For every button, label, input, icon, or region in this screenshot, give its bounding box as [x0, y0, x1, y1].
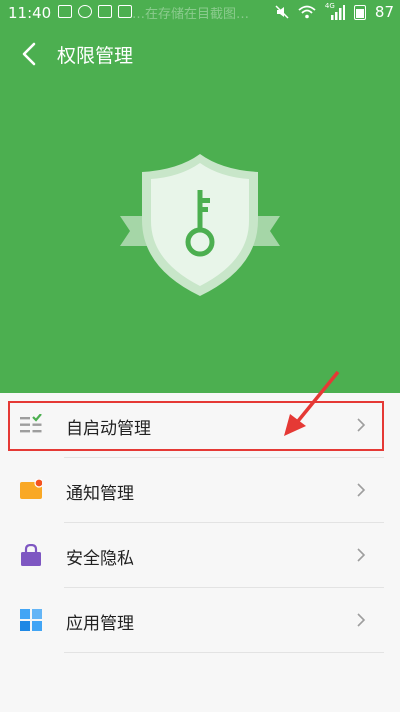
status-ghost-text: …在存储在目截图… — [132, 7, 250, 22]
message-icon — [58, 5, 72, 18]
notification-icons — [58, 5, 132, 18]
menu-item-label: 安全隐私 — [66, 549, 134, 569]
battery-icon — [353, 4, 366, 20]
menu-item-startup[interactable]: 自启动管理 — [0, 393, 400, 458]
lock-bag-icon — [21, 544, 41, 566]
shield-key-icon — [118, 150, 282, 300]
menu-item-label: 自启动管理 — [66, 419, 151, 439]
chevron-left-icon — [22, 42, 36, 66]
mute-icon — [275, 5, 289, 19]
hero-banner: 11:40 …在存储在目截图… 4G 87 权限管理 — [0, 0, 400, 393]
status-time: 11:40 — [8, 4, 52, 22]
app-grid-icon — [20, 609, 42, 631]
menu-item-privacy[interactable]: 安全隐私 — [0, 523, 400, 588]
status-right: 4G 87 — [275, 2, 394, 21]
battery-percent: 87 — [374, 3, 394, 21]
notification-icon — [20, 479, 42, 499]
menu-item-notification[interactable]: 通知管理 — [0, 458, 400, 523]
status-bar: 11:40 …在存储在目截图… 4G 87 — [0, 0, 400, 26]
wifi-icon — [298, 5, 316, 19]
menu-item-label: 通知管理 — [66, 484, 134, 504]
page-title: 权限管理 — [57, 45, 134, 67]
menu-item-app-management[interactable]: 应用管理 — [0, 588, 400, 653]
menu-item-label: 应用管理 — [66, 614, 134, 634]
chevron-right-icon — [357, 613, 366, 627]
mail-icon — [118, 5, 132, 18]
q-icon — [78, 5, 92, 18]
divider — [64, 652, 384, 653]
chevron-right-icon — [357, 483, 366, 497]
title-bar: 权限管理 — [0, 26, 400, 82]
back-button[interactable] — [10, 34, 50, 74]
image-icon — [98, 5, 112, 18]
startup-list-icon — [20, 414, 42, 433]
signal-icon: 4G — [325, 2, 345, 20]
settings-menu: 自启动管理 通知管理 安全隐私 应用管理 — [0, 393, 400, 653]
chevron-right-icon — [357, 548, 366, 562]
chevron-right-icon — [357, 418, 366, 432]
